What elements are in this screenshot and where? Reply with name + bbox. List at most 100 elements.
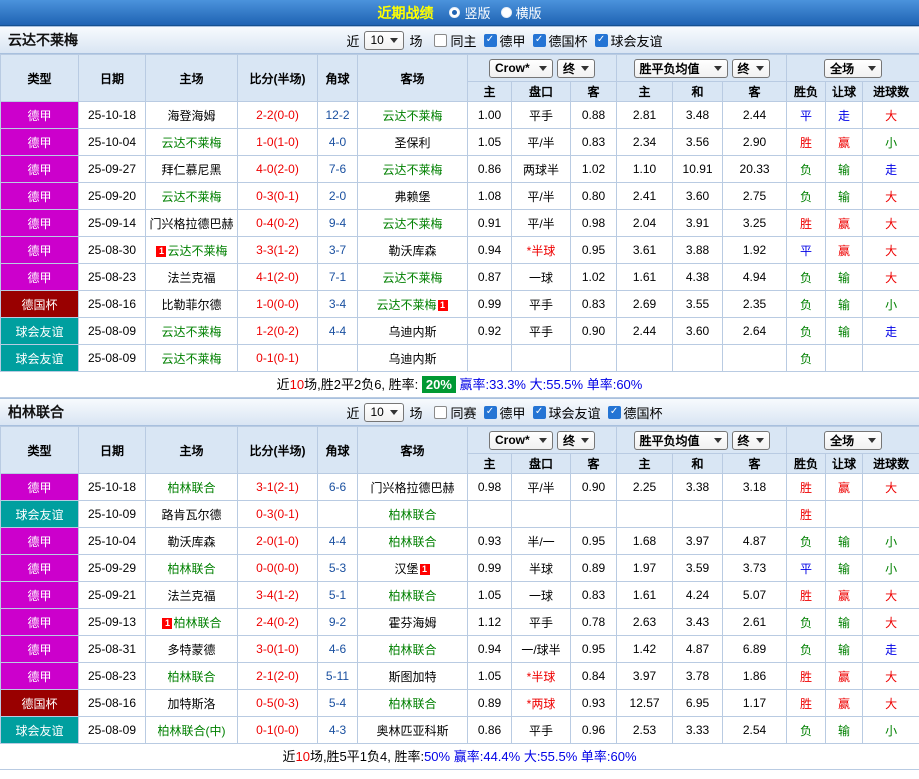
filter-checkbox[interactable]: ✓ 德甲 (483, 403, 526, 422)
odds-group-header: Crow* 终 (466, 54, 618, 82)
team-name[interactable]: 法兰克福 (167, 271, 215, 285)
score-cell: 3-1(2-1) (237, 473, 318, 501)
filter-checkbox[interactable]: ✓ 德国杯 (607, 403, 663, 422)
col-header-score: 比分(半场) (237, 426, 318, 474)
team-name[interactable]: 汉堡 (394, 562, 418, 576)
scope-select[interactable]: 全场 (824, 430, 883, 450)
handicap-result-cell: 输 (825, 155, 864, 183)
checkbox-icon[interactable]: ✓ (594, 33, 608, 47)
team-name[interactable]: 勒沃库森 (167, 535, 215, 549)
team-name[interactable]: 柏林联合 (388, 697, 436, 711)
team-name[interactable]: 弗赖堡 (394, 190, 430, 204)
team-name[interactable]: 云达不莱梅 (376, 298, 436, 312)
team-name[interactable]: 加特斯洛 (167, 697, 215, 711)
odds-final-select[interactable]: 终 (557, 430, 596, 450)
checkbox-icon[interactable]: ✓ (607, 405, 621, 419)
team-name[interactable]: 海登海姆 (167, 109, 215, 123)
goals-result-cell: 大 (862, 608, 919, 636)
radio-icon[interactable] (500, 7, 512, 18)
score-cell: 2-0(1-0) (237, 527, 318, 555)
chevron-down-icon (755, 437, 764, 443)
odds-final-select[interactable]: 终 (557, 58, 596, 78)
team-name[interactable]: 云达不莱梅 (382, 271, 442, 285)
team-name[interactable]: 柏林联合 (388, 535, 436, 549)
radio-icon[interactable] (449, 7, 461, 18)
team-name[interactable]: 云达不莱梅 (161, 352, 221, 366)
team-name[interactable]: 法兰克福 (167, 589, 215, 603)
avg-final-select[interactable]: 终 (731, 58, 770, 78)
match-row: 德甲 25-09-13 1 柏林联合 2-4(0-2) 9-2 霍芬海姆 1.12 平手 0.78… (0, 608, 919, 636)
layout-radio[interactable]: 横版 (500, 3, 542, 22)
filter-checkbox[interactable]: ✓ 球会友谊 (532, 403, 601, 422)
home-team-cell: 加特斯洛 (145, 689, 238, 717)
filter-checkbox[interactable]: ✓ 德国杯 (532, 31, 588, 50)
checkbox-icon[interactable]: ✓ (532, 33, 546, 47)
odds-home-cell: 0.86 (467, 716, 512, 744)
team-name[interactable]: 圣保利 (394, 136, 430, 150)
team-name[interactable]: 云达不莱梅 (161, 325, 221, 339)
match-count-select[interactable]: 10 (364, 402, 405, 422)
filter-checkbox[interactable]: ✓ 德甲 (483, 31, 526, 50)
checkbox-icon[interactable]: ✓ (483, 405, 497, 419)
avg-home-cell (616, 344, 674, 372)
corner-cell: 5-4 (317, 689, 358, 717)
checkbox-icon[interactable] (434, 405, 448, 419)
score-cell: 2-4(0-2) (237, 608, 318, 636)
filter-checkbox[interactable]: 同主 (434, 31, 477, 50)
team-name[interactable]: 柏林联合 (167, 670, 215, 684)
team-name[interactable]: 柏林联合 (173, 616, 221, 630)
date-cell: 25-08-30 (78, 236, 146, 264)
odds-home-cell: 0.99 (467, 290, 512, 318)
avg-type-select[interactable]: 胜平负均值 (633, 430, 728, 450)
odds-company-select[interactable]: Crow* (489, 430, 554, 450)
filter-checkboxes: 同主 ✓ 德甲 ✓ 德国杯 ✓ 球会友谊 (427, 31, 663, 50)
filter-checkbox[interactable]: ✓ 球会友谊 (594, 31, 663, 50)
team-name[interactable]: 比勒菲尔德 (161, 298, 221, 312)
team-name[interactable]: 柏林联合(中) (158, 724, 226, 738)
team-name[interactable]: 勒沃库森 (388, 244, 436, 258)
corner-cell: 4-0 (317, 128, 358, 156)
result-cell: 胜 (786, 209, 827, 237)
result-cell: 胜 (786, 689, 827, 717)
checkbox-icon[interactable]: ✓ (483, 33, 497, 47)
corner-cell: 2-0 (317, 182, 358, 210)
team-name[interactable]: 乌迪内斯 (388, 325, 436, 339)
checkbox-label: 德甲 (499, 405, 526, 421)
odds-away-cell: 0.89 (569, 554, 618, 582)
odds-company-select[interactable]: Crow* (489, 58, 554, 78)
team-name[interactable]: 霍芬海姆 (388, 616, 436, 630)
team-name[interactable]: 云达不莱梅 (161, 136, 221, 150)
odds-away-cell: 0.95 (569, 527, 618, 555)
checkbox-icon[interactable] (434, 33, 448, 47)
team-name[interactable]: 云达不莱梅 (382, 163, 442, 177)
team-name[interactable]: 奥林匹亚科斯 (376, 724, 448, 738)
avg-final-select[interactable]: 终 (731, 430, 770, 450)
team-name[interactable]: 柏林联合 (388, 589, 436, 603)
avg-type-select[interactable]: 胜平负均值 (633, 58, 728, 78)
filter-checkbox[interactable]: 同赛 (434, 403, 477, 422)
team-name[interactable]: 乌迪内斯 (388, 352, 436, 366)
team-name[interactable]: 柏林联合 (388, 508, 436, 522)
team-name[interactable]: 多特蒙德 (167, 643, 215, 657)
date-cell: 25-09-29 (78, 554, 146, 582)
team-name[interactable]: 门兴格拉德巴赫 (149, 217, 233, 231)
team-name[interactable]: 门兴格拉德巴赫 (370, 481, 454, 495)
team-name[interactable]: 云达不莱梅 (382, 109, 442, 123)
team-name[interactable]: 云达不莱梅 (161, 190, 221, 204)
avg-home-cell: 1.42 (616, 635, 674, 663)
team-name[interactable]: 路肯瓦尔德 (161, 508, 221, 522)
scope-select[interactable]: 全场 (824, 58, 883, 78)
team-name[interactable]: 云达不莱梅 (382, 217, 442, 231)
checkbox-icon[interactable]: ✓ (532, 405, 546, 419)
odds-away-cell: 0.95 (569, 236, 618, 264)
team-name[interactable]: 拜仁慕尼黑 (161, 163, 221, 177)
league-cell: 德甲 (0, 581, 79, 609)
team-name[interactable]: 柏林联合 (388, 643, 436, 657)
layout-radio[interactable]: 竖版 (449, 3, 491, 22)
team-name[interactable]: 云达不莱梅 (167, 244, 227, 258)
team-name[interactable]: 柏林联合 (167, 481, 215, 495)
home-team-cell: 云达不莱梅 (145, 128, 238, 156)
team-name[interactable]: 柏林联合 (167, 562, 215, 576)
match-count-select[interactable]: 10 (364, 30, 405, 50)
team-name[interactable]: 斯图加特 (388, 670, 436, 684)
